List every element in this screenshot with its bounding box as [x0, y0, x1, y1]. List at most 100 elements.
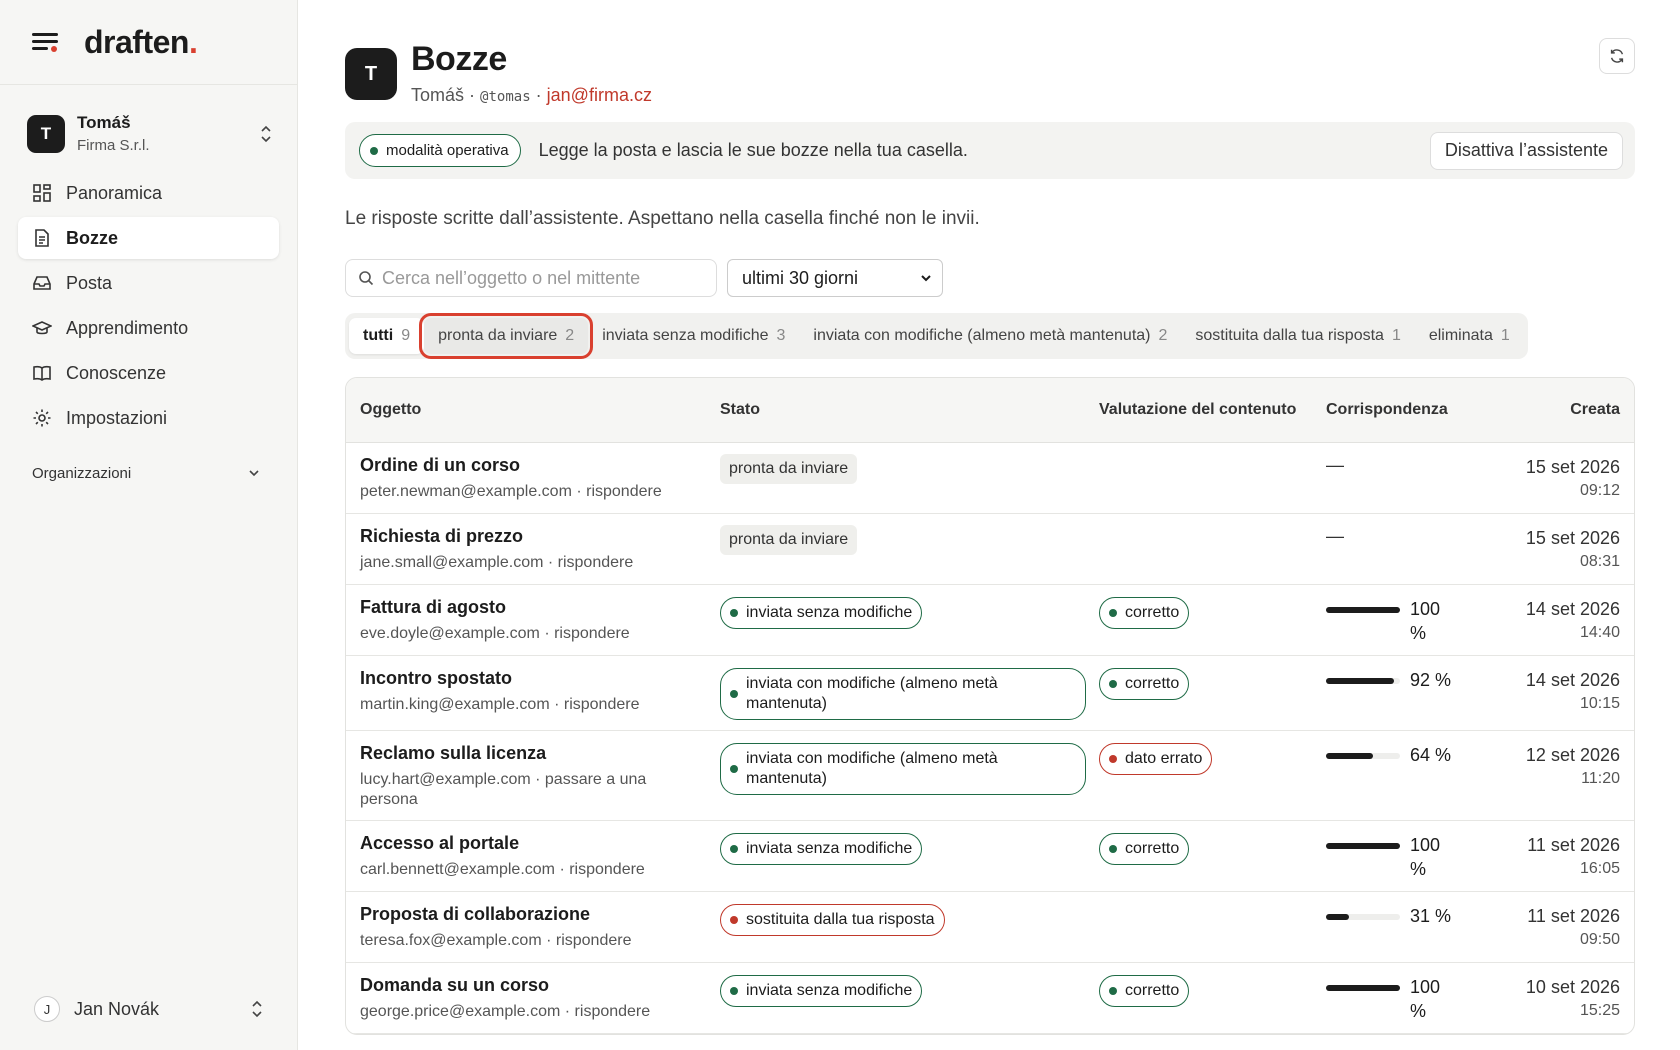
account-org: Firma S.r.l. [77, 137, 150, 154]
row-subject[interactable]: Reclamo sulla licenza [360, 743, 692, 764]
mode-badge: modalità operativa [359, 134, 521, 167]
inbox-icon [33, 276, 51, 290]
row-time: 16:05 [1579, 859, 1620, 877]
filter-tab[interactable]: inviata senza modifiche 3 [588, 318, 799, 354]
table-row[interactable]: Domanda su un corso george.price@example.… [346, 962, 1634, 1034]
match-indicator: 31 % [1326, 904, 1458, 928]
search-box[interactable] [345, 259, 717, 297]
row-subject[interactable]: Fattura di agosto [360, 597, 692, 618]
disable-assistant-button[interactable]: Disattiva l’assistente [1429, 131, 1623, 170]
tab-label: inviata con modifiche (almeno metà mante… [813, 327, 1151, 344]
rating-badge: dato errato [1099, 742, 1213, 775]
user-menu[interactable]: J Jan Novák [34, 996, 264, 1022]
row-subject[interactable]: Ordine di un corso [360, 455, 692, 476]
col-created[interactable]: Creata [1472, 378, 1634, 443]
sidebar-item-apprendimento[interactable]: Apprendimento [18, 307, 279, 349]
row-date: 11 set 2026 [1527, 905, 1620, 926]
status-badge: inviata con modifiche (almeno metà mante… [720, 667, 1086, 720]
row-subject[interactable]: Domanda su un corso [360, 975, 692, 996]
book-icon [33, 365, 51, 381]
row-time: 08:31 [1579, 552, 1620, 570]
row-time: 09:50 [1579, 930, 1620, 948]
sidebar-item-label: Bozze [66, 227, 119, 248]
sidebar-item-label: Apprendimento [66, 317, 189, 338]
header-email[interactable]: jan@firma.cz [547, 85, 652, 105]
col-subject[interactable]: Oggetto [346, 378, 706, 443]
sidebar-item-impostazioni[interactable]: Impostazioni [18, 397, 279, 439]
menu-icon[interactable] [32, 31, 60, 53]
table-row[interactable]: Incontro spostato martin.king@example.com… [346, 655, 1634, 731]
match-bar [1326, 842, 1400, 849]
table-row[interactable]: Reclamo sulla licenza lucy.hart@example.c… [346, 730, 1634, 821]
chevron-down-icon [249, 470, 259, 477]
status-badge: inviata senza modifiche [720, 974, 923, 1007]
row-subject[interactable]: Accesso al portale [360, 833, 692, 854]
row-meta: eve.doyle@example.com · rispondere [360, 624, 630, 642]
filter-tab[interactable]: tutti 9 [349, 318, 425, 354]
sidebar-item-conoscenze[interactable]: Conoscenze [18, 352, 279, 394]
filter-tab[interactable]: inviata con modifiche (almeno metà mante… [799, 318, 1181, 354]
match-empty: — [1326, 525, 1344, 546]
match-indicator: 92 % [1326, 668, 1458, 692]
match-percent: 100 % [1410, 976, 1441, 1021]
match-bar [1326, 677, 1400, 684]
status-badge: pronta da inviare [720, 453, 858, 484]
sidebar-item-bozze[interactable]: Bozze [18, 217, 279, 259]
rating-badge: corretto [1099, 832, 1190, 865]
table-row[interactable]: Proposta di collaborazione teresa.fox@exa… [346, 891, 1634, 963]
tab-label: tutti [363, 327, 394, 344]
table-row[interactable]: Richiesta di prezzo jane.small@example.co… [346, 513, 1634, 585]
status-badge: inviata senza modifiche [720, 832, 923, 865]
match-percent: 100 % [1410, 834, 1441, 879]
organizations-section[interactable]: Organizzazioni [0, 445, 297, 487]
match-indicator: 100 % [1326, 833, 1458, 881]
filters: ultimi 30 giorni [345, 259, 1635, 297]
refresh-button[interactable] [1599, 38, 1635, 74]
grid-icon [33, 184, 51, 202]
period-select[interactable]: ultimi 30 giorni [727, 259, 943, 297]
account-name: Tomáš [77, 113, 131, 132]
page-title: Bozze [411, 40, 507, 78]
account-switcher[interactable]: T Tomáš Firma S.r.l. [0, 85, 297, 172]
row-meta: teresa.fox@example.com · rispondere [360, 931, 632, 949]
match-bar-fill [1326, 913, 1349, 920]
sidebar-item-panoramica[interactable]: Panoramica [18, 172, 279, 214]
row-subject[interactable]: Incontro spostato [360, 668, 692, 689]
header-handle: @tomas [480, 89, 531, 105]
organizations-label: Organizzazioni [32, 464, 132, 482]
filter-tab[interactable]: pronta da inviare 2 [419, 313, 594, 359]
rating-badge: corretto [1099, 667, 1190, 700]
tab-label: sostituita dalla tua risposta [1195, 327, 1384, 344]
sidebar-item-label: Conoscenze [66, 362, 167, 383]
table-row[interactable]: Accesso al portale carl.bennett@example.c… [346, 820, 1634, 892]
col-match[interactable]: Corrispondenza [1312, 378, 1472, 443]
match-bar [1326, 913, 1400, 920]
assistant-banner: modalità operativa Legge la posta e lasc… [345, 122, 1635, 179]
sidebar-item-label: Posta [66, 272, 113, 293]
match-empty: — [1326, 454, 1344, 475]
row-subject[interactable]: Proposta di collaborazione [360, 904, 692, 925]
col-rating[interactable]: Valutazione del contenuto [1085, 378, 1312, 443]
match-indicator: 100 % [1326, 975, 1458, 1023]
table-row[interactable]: Ordine di un corso peter.newman@example.c… [346, 442, 1634, 514]
filter-tab[interactable]: sostituita dalla tua risposta 1 [1181, 318, 1414, 354]
row-meta: peter.newman@example.com · rispondere [360, 482, 662, 500]
sidebar-item-posta[interactable]: Posta [18, 262, 279, 304]
tab-count: 1 [1391, 327, 1401, 344]
tab-label: eliminata [1428, 327, 1493, 344]
row-date: 10 set 2026 [1525, 976, 1620, 997]
intro-text: Le risposte scritte dall’assistente. Asp… [345, 208, 980, 229]
filter-tab[interactable]: eliminata 1 [1415, 318, 1524, 354]
row-subject[interactable]: Richiesta di prezzo [360, 526, 692, 547]
col-status[interactable]: Stato [706, 378, 1085, 443]
refresh-icon [1610, 49, 1624, 63]
search-input[interactable] [382, 267, 702, 289]
chevron-down-icon [921, 275, 931, 282]
rating-badge: corretto [1099, 974, 1190, 1007]
banner-text: Legge la posta e lascia le sue bozze nel… [538, 140, 968, 160]
row-date: 15 set 2026 [1525, 527, 1620, 548]
header-name: Tomáš [411, 85, 465, 105]
table-row[interactable]: Fattura di agosto eve.doyle@example.com ·… [346, 584, 1634, 656]
row-time: 09:12 [1579, 481, 1620, 499]
main-content: T Bozze Tomáš · @tomas · jan@firma.cz mo… [345, 0, 1635, 1050]
